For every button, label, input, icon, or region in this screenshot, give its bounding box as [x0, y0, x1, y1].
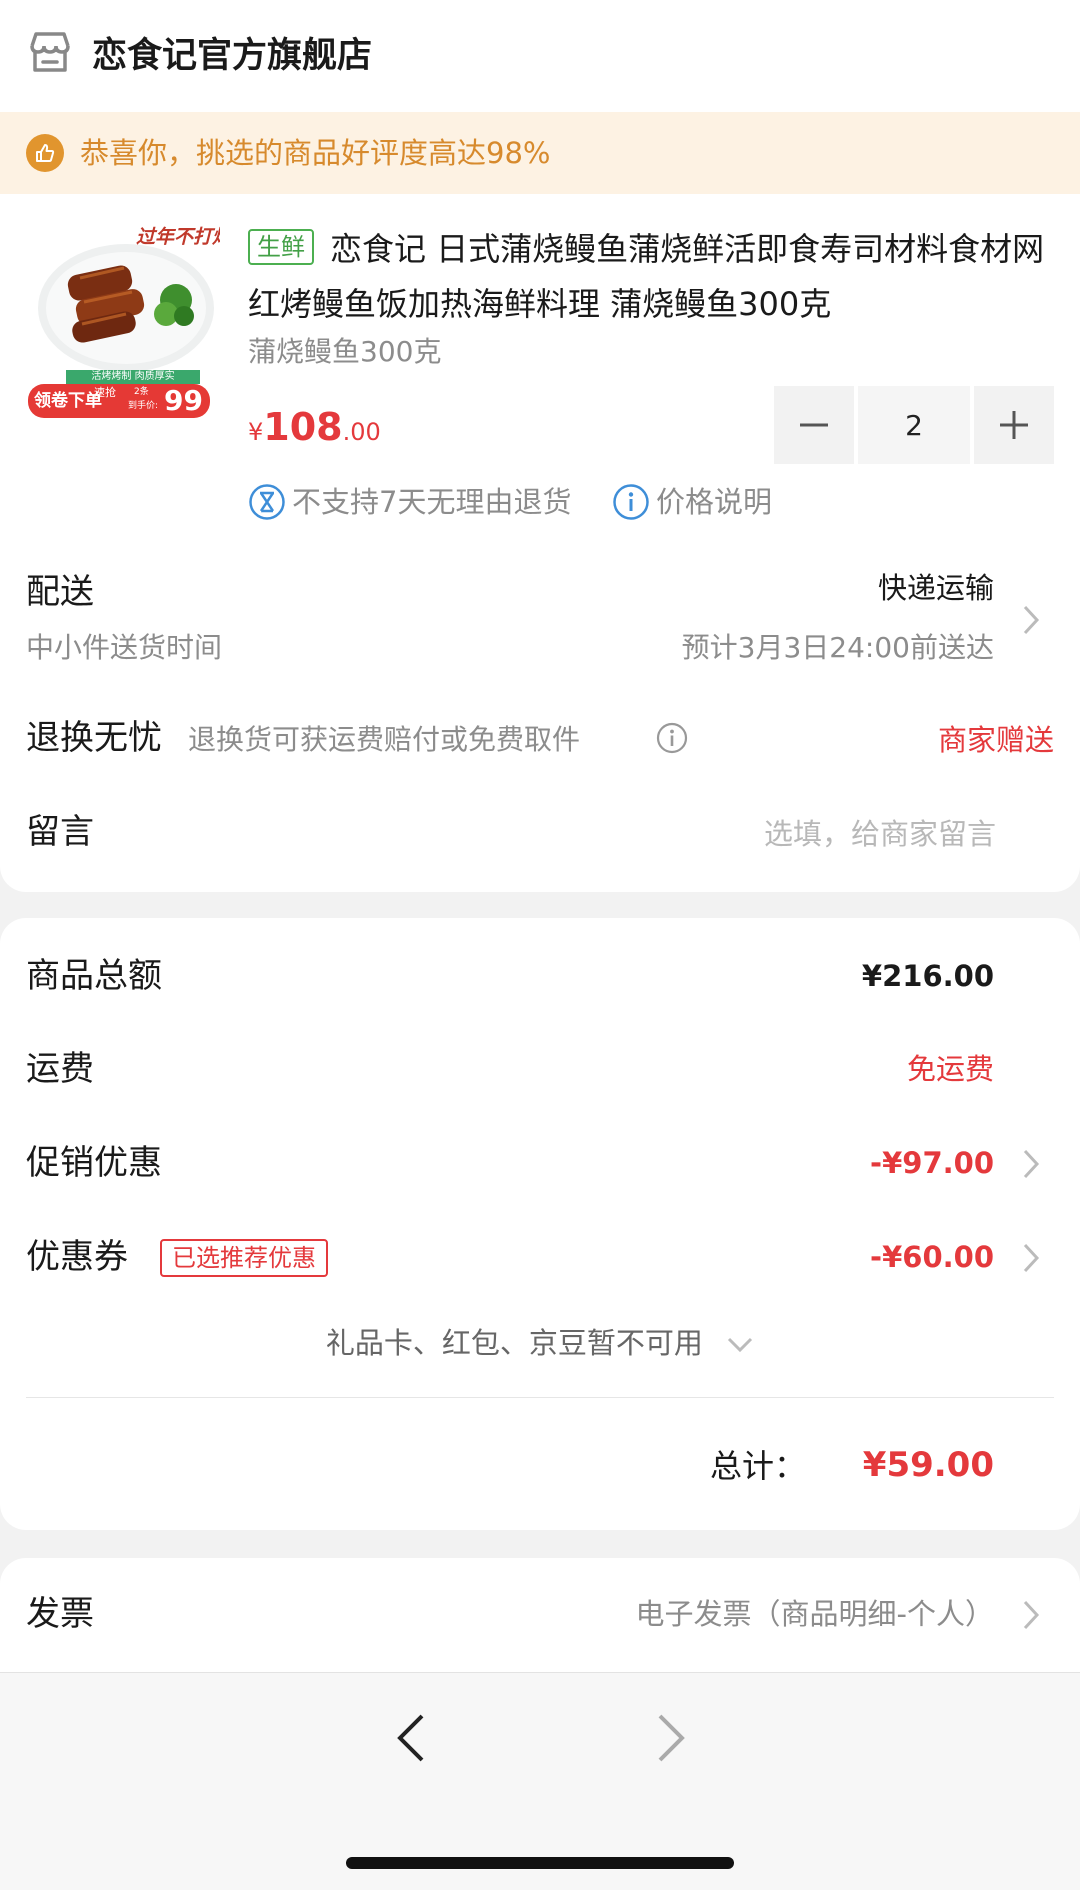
promo-value[interactable]: -¥97.00 [870, 1143, 994, 1183]
chevron-right-icon[interactable] [1022, 1242, 1040, 1274]
message-label: 留言 [26, 812, 94, 852]
returns-label: 退换无忧 [26, 718, 162, 758]
total-label: 总计： [709, 1447, 806, 1485]
total-value: ¥59.00 [862, 1445, 994, 1485]
chevron-down-icon[interactable] [726, 1336, 754, 1354]
thumbs-up-icon [26, 134, 64, 172]
product-price: ¥108.00 [248, 402, 381, 460]
divider [26, 1397, 1054, 1398]
price-integer: 108 [263, 405, 343, 449]
product-title[interactable]: 恋食记 日式蒲烧鳗鱼蒲烧鲜活即食寿司材料食材网红烤鳗鱼饭加热海鲜料理 蒲烧鳗鱼3… [248, 222, 1060, 332]
increase-button[interactable] [974, 386, 1054, 464]
decrease-button[interactable] [774, 386, 854, 464]
info-icon[interactable] [656, 722, 688, 754]
image-promo-top: 活烤烤制 肉质厚实 [66, 370, 200, 384]
product-spec: 蒲烧鳗鱼300克 [248, 335, 442, 368]
merchant-gift-badge: 商家赠送 [937, 723, 1054, 757]
unavailable-row[interactable]: 礼品卡、红包、京豆暂不可用 [0, 1322, 1080, 1364]
info-icon[interactable] [612, 483, 650, 521]
coupon-label: 优惠券 [26, 1237, 128, 1277]
no-return-text: 不支持7天无理由退货 [292, 485, 572, 519]
price-summary-card [0, 918, 1080, 1530]
back-arrow-icon[interactable] [392, 1712, 428, 1764]
unavailable-text: 礼品卡、红包、京豆暂不可用 [325, 1326, 703, 1360]
chevron-right-icon[interactable] [1022, 1599, 1040, 1631]
shipping-value: 免运费 [906, 1052, 994, 1086]
minus-icon [800, 423, 828, 427]
delivery-sub-label: 中小件送货时间 [26, 631, 223, 664]
promo-label: 促销优惠 [26, 1143, 162, 1183]
returns-desc: 退换货可获运费赔付或免费取件 [188, 723, 581, 756]
chevron-right-icon[interactable] [1022, 604, 1040, 636]
coupon-tag: 已选推荐优惠 [160, 1239, 328, 1277]
praise-notice-text: 恭喜你，挑选的商品好评度高达98% [80, 136, 551, 170]
price-currency: ¥ [248, 418, 264, 446]
home-indicator[interactable] [346, 1857, 734, 1869]
image-promo-price: 99 [164, 384, 203, 417]
plus-icon [1000, 411, 1028, 439]
price-note-link[interactable]: 价格说明 [656, 482, 772, 522]
coupon-value[interactable]: -¥60.00 [870, 1237, 994, 1277]
goods-total-value: ¥216.00 [861, 959, 994, 993]
delivery-method[interactable]: 快递运输 [878, 568, 994, 608]
message-input[interactable] [600, 812, 996, 856]
fresh-tag: 生鲜 [248, 229, 314, 265]
quantity-stepper: 2 [774, 386, 1054, 464]
image-banner-text: 过年不打烊 [136, 226, 220, 248]
image-promo-small1: 2条 [134, 387, 149, 397]
chevron-right-icon[interactable] [1022, 1148, 1040, 1180]
invoice-label: 发票 [26, 1594, 94, 1634]
invoice-value[interactable]: 电子发票（商品明细-个人） [636, 1594, 994, 1634]
goods-total-label: 商品总额 [26, 956, 162, 996]
store-icon [30, 32, 70, 72]
image-promo-small2: 到手价: [128, 401, 159, 411]
shipping-label: 运费 [26, 1049, 94, 1089]
store-name[interactable]: 恋食记官方旗舰店 [92, 32, 372, 80]
product-image[interactable]: 过年不打烊 活烤烤制 肉质厚实 领卷下单 速抢 2条 到手价: 99 [28, 218, 220, 418]
price-decimal: .00 [342, 418, 381, 446]
forward-arrow-icon[interactable] [654, 1712, 690, 1764]
no-return-icon [249, 484, 285, 520]
delivery-label: 配送 [26, 572, 94, 612]
delivery-eta[interactable]: 预计3月3日24:00前送达 [682, 628, 994, 668]
image-promo-mid: 速抢 [94, 386, 116, 399]
image-promo-left: 领卷下单 [34, 391, 102, 411]
quantity-value[interactable]: 2 [858, 386, 970, 464]
